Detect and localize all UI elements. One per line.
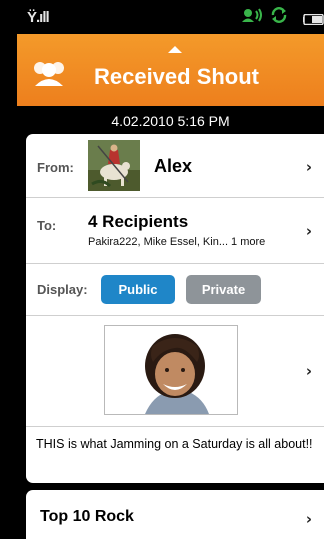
card-title: Top 10 Rock [40,508,134,525]
top-10-rock-card[interactable]: Top 10 Rock › [26,490,324,539]
chevron-right-icon: › [305,158,312,176]
to-label: To: [37,218,57,233]
shout-detail-card: From: Alex › To: 4 Recipients Pakira222,… [26,134,324,483]
display-row: Display: Public Private [26,264,324,316]
private-button[interactable]: Private [186,275,261,304]
signal-icon: Ÿ.ıll [27,9,50,26]
shout-timestamp: 4.02.2010 5:16 PM [17,106,324,134]
chat-icon [241,7,263,28]
photo-row[interactable]: › [26,316,324,427]
recipient-names: Pakira222, Mike Essel, Kin... 1 more [88,236,266,248]
chevron-right-icon: › [305,362,312,380]
shout-photo[interactable] [104,325,238,415]
status-bar: Ÿ.ıll [17,0,324,34]
chevron-right-icon: › [305,510,312,528]
recipient-count: 4 Recipients [88,212,189,231]
from-label: From: [37,160,74,175]
from-row[interactable]: From: Alex › [26,134,324,198]
expand-caret-icon[interactable] [168,46,182,53]
sender-avatar [88,140,140,191]
public-button[interactable]: Public [101,275,175,304]
to-row[interactable]: To: 4 Recipients Pakira222, Mike Essel, … [26,198,324,264]
page-title: Received Shout [93,64,260,89]
sender-name: Alex [154,156,193,176]
battery-icon [302,12,324,30]
shout-message: THIS is what Jamming on a Saturday is al… [36,437,313,451]
phone-screen: Ÿ.ıll Received Shout 4.02.2010 5:16 PM F… [0,0,324,539]
sync-icon [269,7,289,28]
chevron-right-icon: › [305,222,312,240]
app-header: Received Shout [17,34,324,106]
display-label: Display: [37,282,88,297]
